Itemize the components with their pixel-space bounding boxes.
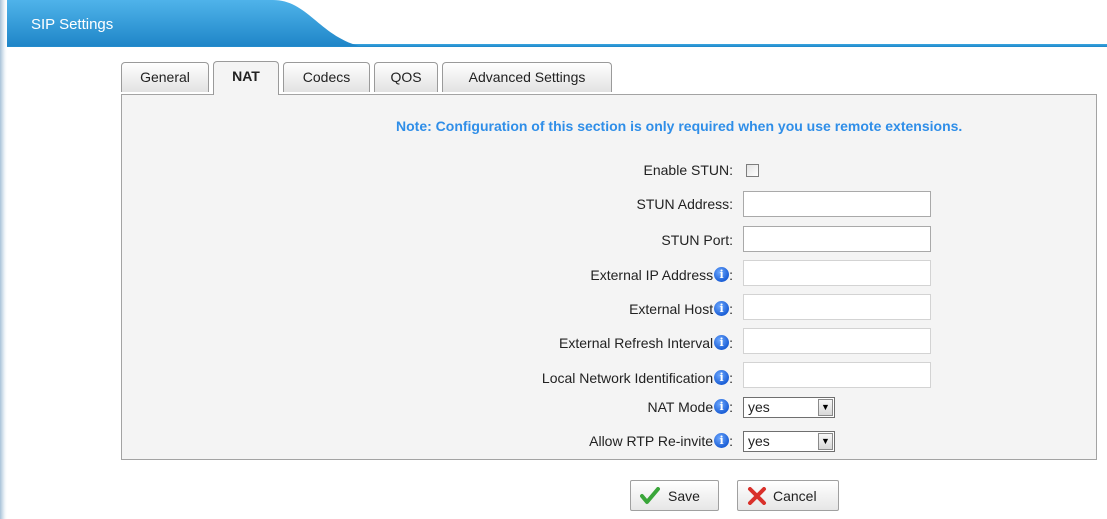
chevron-down-icon[interactable]: ▼ (818, 433, 833, 450)
allow-rtp-reinvite-label: Allow RTP Re-invite i: (589, 433, 733, 449)
external-host-input[interactable] (743, 294, 931, 320)
info-icon[interactable]: i (714, 267, 730, 282)
stun-port-label: STUN Port: (661, 232, 733, 248)
section-note: Note: Configuration of this section is o… (396, 118, 963, 134)
local-network-label: Local Network Identification i: (541, 370, 733, 386)
cancel-button[interactable]: Cancel (737, 480, 839, 511)
info-icon[interactable]: i (714, 335, 730, 350)
external-ip-input[interactable] (743, 260, 931, 286)
allow-rtp-reinvite-value: yes (748, 433, 770, 449)
allow-rtp-reinvite-select[interactable]: yes ▼ (743, 431, 835, 452)
page-title: SIP Settings (31, 16, 114, 33)
enable-stun-label: Enable STUN: (643, 162, 733, 178)
cancel-label: Cancel (773, 488, 817, 504)
tab-advanced-settings[interactable]: Advanced Settings (442, 62, 612, 92)
info-icon[interactable]: i (714, 301, 730, 316)
save-label: Save (668, 488, 700, 504)
stun-port-input[interactable] (743, 226, 931, 252)
nat-mode-value: yes (748, 399, 770, 415)
external-refresh-input[interactable] (743, 328, 931, 354)
tab-general[interactable]: General (121, 62, 209, 92)
nat-mode-label: NAT Mode i: (647, 399, 733, 415)
save-button[interactable]: Save (630, 480, 719, 511)
x-icon (748, 487, 766, 505)
external-refresh-label: External Refresh Interval i: (559, 335, 733, 351)
tab-qos[interactable]: QOS (374, 62, 438, 92)
chevron-down-icon[interactable]: ▼ (818, 399, 833, 416)
tab-codecs[interactable]: Codecs (283, 62, 370, 92)
title-tab: SIP Settings (7, 0, 359, 46)
local-network-input[interactable] (743, 362, 931, 388)
left-edge (0, 0, 7, 519)
nat-mode-select[interactable]: yes ▼ (743, 397, 835, 418)
external-ip-label: External IP Address i: (590, 267, 733, 283)
checkmark-icon (640, 487, 660, 504)
tab-nat[interactable]: NAT (213, 61, 279, 95)
external-host-label: External Host i: (629, 301, 733, 317)
info-icon[interactable]: i (714, 370, 730, 385)
stun-address-label: STUN Address: (636, 196, 733, 212)
info-icon[interactable]: i (714, 433, 730, 448)
enable-stun-checkbox[interactable] (746, 164, 759, 177)
info-icon[interactable]: i (714, 399, 730, 414)
stun-address-input[interactable] (743, 191, 931, 217)
